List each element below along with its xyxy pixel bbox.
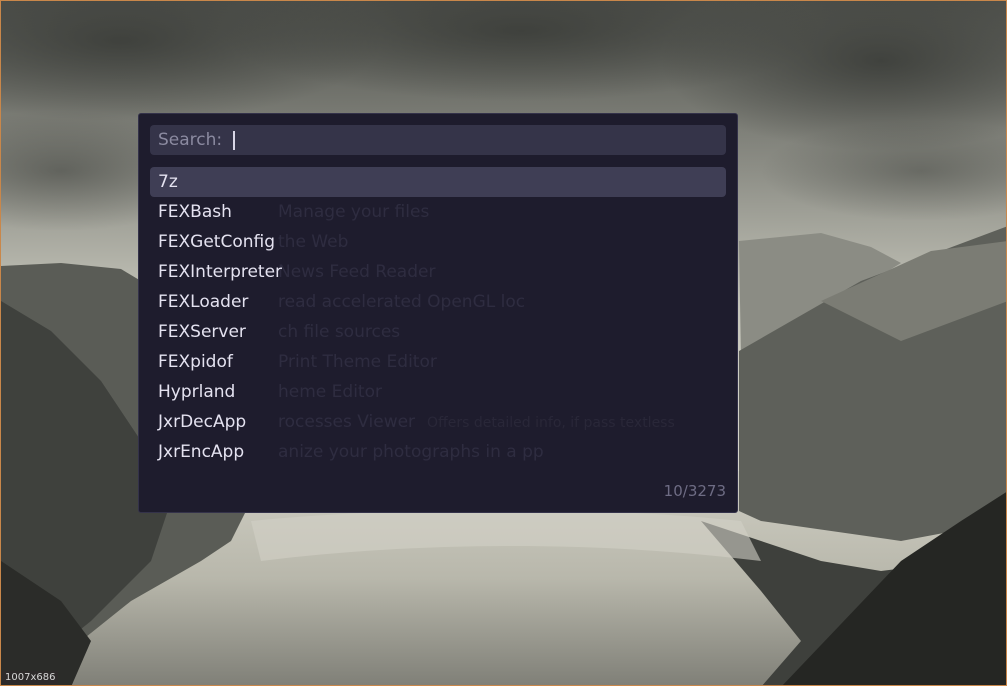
search-label: Search: [158,130,223,150]
list-item[interactable]: Hyprland [150,377,726,407]
list-item[interactable]: FEXLoader [150,287,726,317]
list-item[interactable]: JxrDecApp [150,407,726,437]
list-item[interactable]: FEXServer [150,317,726,347]
list-item[interactable]: FEXpidof [150,347,726,377]
text-cursor-icon[interactable] [233,130,236,150]
app-launcher-window: Search: ual Studio CodeManage your files… [138,113,738,513]
list-item[interactable]: JxrEncApp [150,437,726,467]
dimensions-badge: 1007x686 [2,671,59,684]
list-item[interactable]: FEXInterpreter [150,257,726,287]
results-counter: 10/3273 [663,482,726,500]
list-item[interactable]: FEXGetConfig [150,227,726,257]
list-item[interactable]: FEXBash [150,197,726,227]
results-list: ual Studio CodeManage your filesthe WebN… [150,167,726,467]
list-item[interactable]: 7z [150,167,726,197]
search-bar[interactable]: Search: [150,125,726,155]
